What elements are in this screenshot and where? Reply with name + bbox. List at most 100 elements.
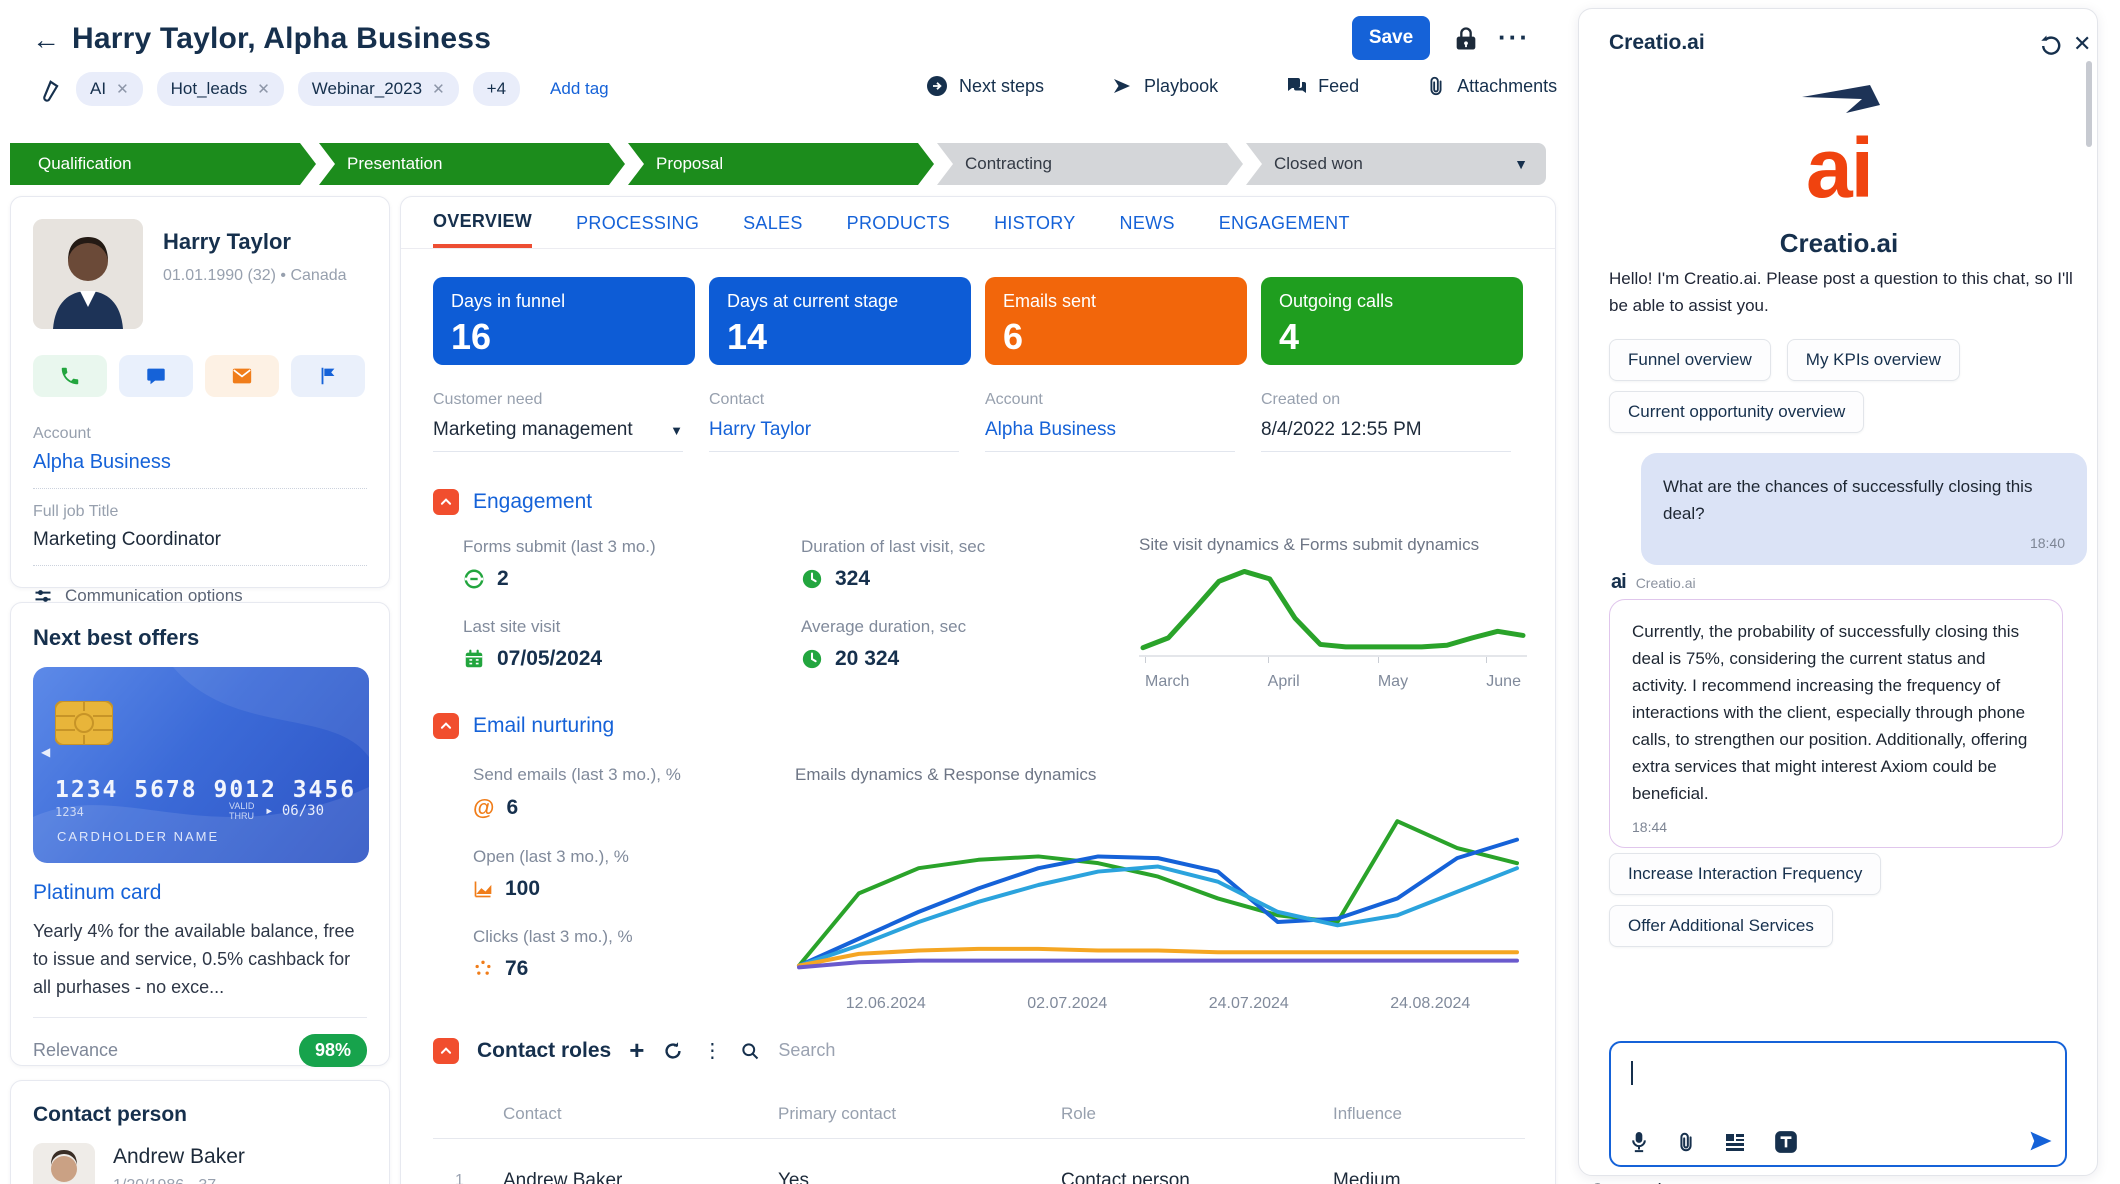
clock-icon: [801, 568, 823, 590]
panel-title: Creatio.ai: [1609, 31, 1705, 55]
feed-icon: [1284, 74, 1308, 98]
ai-small-logo-icon: ai: [1611, 571, 1626, 594]
suggestion-kpis-overview[interactable]: My KPIs overview: [1787, 339, 1960, 381]
table-row[interactable]: 1 Andrew Baker Yes Contact person Medium…: [433, 1139, 1525, 1184]
account-link[interactable]: Alpha Business: [33, 451, 367, 474]
more-options-icon[interactable]: ···: [1498, 22, 1530, 53]
calendar-icon: [463, 648, 485, 670]
table-header-row: Contact Primary contact Role Influence L…: [433, 1104, 1525, 1139]
ai-action-1: Increase Interaction Frequency: [1609, 853, 1881, 895]
chat-icon: [145, 365, 167, 387]
offer-name-link[interactable]: Platinum card: [33, 881, 367, 905]
funnel-stage-contracting[interactable]: Contracting: [937, 143, 1243, 185]
engagement-title[interactable]: Engagement: [473, 490, 592, 514]
attach-icon[interactable]: [1675, 1130, 1697, 1154]
tab-news[interactable]: NEWS: [1120, 197, 1175, 248]
field-account: Account Alpha Business: [985, 391, 1235, 452]
suggestion-opportunity-overview[interactable]: Current opportunity overview: [1609, 391, 1864, 433]
relevance-label: Relevance: [33, 1040, 118, 1061]
stage-dropdown-caret-icon[interactable]: ▼: [1514, 156, 1528, 172]
credit-card-image[interactable]: ◀ 1234 5678 9012 3456 1234 VALID THRU ▸ …: [33, 667, 369, 863]
playbook-icon: [1110, 74, 1134, 98]
card-number-small: 1234: [55, 805, 84, 819]
user-message-text: What are the chances of successfully clo…: [1663, 473, 2065, 527]
text-format-icon[interactable]: [1773, 1129, 1799, 1155]
action-increase-frequency[interactable]: Increase Interaction Frequency: [1609, 853, 1881, 895]
funnel-stage-bar: Qualification Presentation Proposal Cont…: [10, 143, 1546, 185]
save-button[interactable]: Save: [1352, 16, 1430, 60]
tags-row: AI✕ Hot_leads✕ Webinar_2023✕ +4 Add tag: [76, 72, 609, 106]
contact-roles-title[interactable]: Contact roles: [477, 1039, 611, 1063]
add-icon[interactable]: +: [629, 1035, 644, 1066]
tag-pill[interactable]: AI✕: [76, 72, 143, 106]
playbook-button[interactable]: Playbook: [1110, 74, 1218, 98]
contact-person-name[interactable]: Andrew Baker: [113, 1145, 245, 1169]
user-message-time: 18:40: [1663, 535, 2065, 551]
collapse-icon[interactable]: [433, 489, 459, 515]
reset-chat-icon[interactable]: [2039, 33, 2063, 57]
engagement-section: Engagement Forms submit (last 3 mo.) 2 L…: [433, 489, 592, 515]
remove-tag-icon[interactable]: ✕: [257, 80, 270, 98]
collapse-icon[interactable]: [433, 713, 459, 739]
flag-button[interactable]: [291, 355, 365, 397]
close-panel-icon[interactable]: ✕: [2073, 31, 2091, 57]
offers-title: Next best offers: [33, 625, 367, 651]
contact-actions: [33, 355, 367, 397]
tab-history[interactable]: HISTORY: [994, 197, 1075, 248]
kebab-menu-icon[interactable]: ⋮: [702, 1038, 722, 1063]
suggestion-funnel-overview[interactable]: Funnel overview: [1609, 339, 1771, 381]
tab-processing[interactable]: PROCESSING: [576, 197, 699, 248]
search-icon[interactable]: [740, 1041, 760, 1061]
field-customer-need[interactable]: Customer need Marketing management▼: [433, 391, 683, 452]
forms-submit-stat: Forms submit (last 3 mo.) 2 Last site vi…: [463, 537, 763, 671]
next-steps-button[interactable]: Next steps: [925, 74, 1044, 98]
funnel-stage-closed-won[interactable]: Closed won ▼: [1246, 143, 1546, 185]
input-toolbar: [1629, 1129, 1799, 1155]
funnel-stage-presentation[interactable]: Presentation: [319, 143, 625, 185]
call-button[interactable]: [33, 355, 107, 397]
remove-tag-icon[interactable]: ✕: [116, 80, 129, 98]
job-title-value: Marketing Coordinator: [33, 529, 367, 551]
action-offer-services[interactable]: Offer Additional Services: [1609, 905, 1833, 947]
template-icon[interactable]: [1723, 1130, 1747, 1154]
tab-overview[interactable]: OVERVIEW: [433, 197, 532, 248]
chat-input[interactable]: [1609, 1041, 2067, 1167]
contact-name: Harry Taylor: [163, 229, 347, 255]
tab-engagement[interactable]: ENGAGEMENT: [1219, 197, 1350, 248]
funnel-stage-qualification[interactable]: Qualification: [10, 143, 316, 185]
refresh-icon[interactable]: [662, 1040, 684, 1062]
dropdown-caret-icon[interactable]: ▼: [670, 423, 683, 438]
remove-tag-icon[interactable]: ✕: [432, 80, 445, 98]
tag-more-pill[interactable]: +4: [473, 72, 520, 106]
text-caret: [1631, 1061, 1633, 1085]
lock-icon[interactable]: [1452, 24, 1480, 54]
tag-pill[interactable]: Webinar_2023✕: [298, 72, 459, 106]
quick-actions: Next steps Playbook Feed Attachments: [925, 74, 1557, 98]
row-contact-link[interactable]: Andrew Baker: [503, 1170, 778, 1184]
flag-icon: [317, 365, 339, 387]
tag-pill[interactable]: Hot_leads✕: [157, 72, 284, 106]
funnel-stage-proposal[interactable]: Proposal: [628, 143, 934, 185]
at-icon: @: [473, 795, 494, 821]
chat-button[interactable]: [119, 355, 193, 397]
avatar: [33, 1143, 95, 1184]
field-contact: Contact Harry Taylor: [709, 391, 959, 452]
card-number: 1234 5678 9012 3456: [55, 777, 356, 803]
mic-icon[interactable]: [1629, 1130, 1649, 1154]
attachments-button[interactable]: Attachments: [1425, 74, 1557, 98]
collapse-icon[interactable]: [433, 1038, 459, 1064]
fields-row: Customer need Marketing management▼ Cont…: [433, 391, 1523, 452]
tab-products[interactable]: PRODUCTS: [847, 197, 950, 248]
send-icon[interactable]: [2027, 1127, 2055, 1155]
contact-person-meta: 1/20/1986 · 37: [113, 1177, 245, 1184]
ai-brand-name: Creatio.ai: [1579, 228, 2099, 259]
tab-sales[interactable]: SALES: [743, 197, 803, 248]
email-button[interactable]: [205, 355, 279, 397]
email-nurturing-title[interactable]: Email nurturing: [473, 714, 614, 738]
search-input[interactable]: Search: [778, 1040, 835, 1061]
metric-cards: Days in funnel16 Days at current stage14…: [433, 277, 1523, 365]
add-tag-button[interactable]: Add tag: [550, 79, 609, 99]
back-arrow-icon[interactable]: ←: [32, 26, 60, 54]
feed-button[interactable]: Feed: [1284, 74, 1359, 98]
offer-description: Yearly 4% for the available balance, fre…: [33, 917, 367, 1001]
